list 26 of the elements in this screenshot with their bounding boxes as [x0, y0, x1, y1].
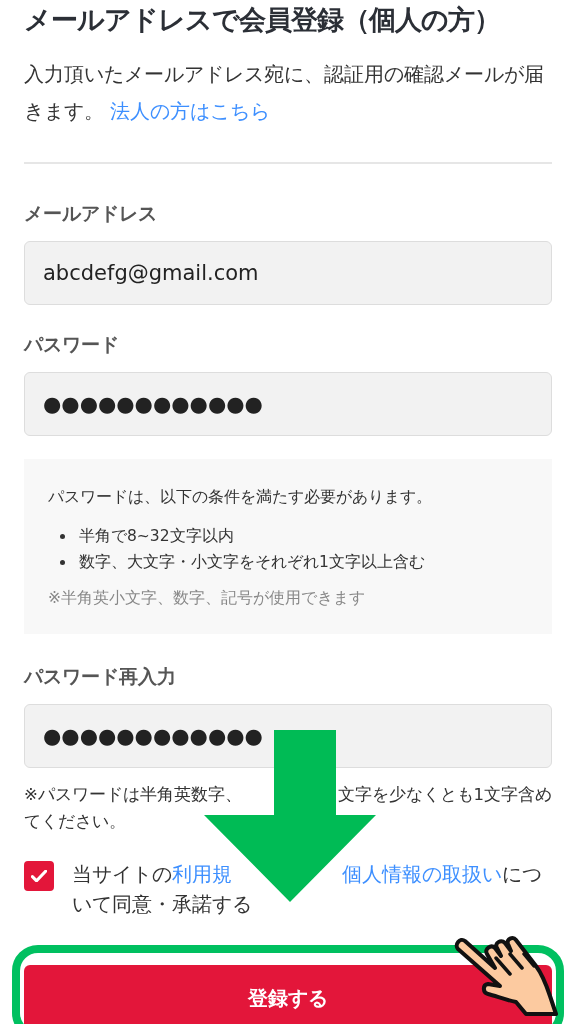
input-field[interactable]: ●●●●●●●●●●●● [24, 372, 552, 436]
field-label: メールアドレス [24, 201, 158, 225]
agreement-text: につ [502, 861, 542, 888]
register-button[interactable]: 登録する [24, 965, 552, 1024]
password-note: ※パスワードは半角英数字、 [24, 784, 242, 806]
bullet-icon [60, 559, 65, 565]
check-icon [31, 870, 47, 882]
password-note: てください。 [24, 811, 126, 833]
page-title: メールアドレスで会員登録（個人の方） [24, 3, 501, 37]
agreement-text: いて同意・承諾する [72, 891, 252, 918]
requirement-text: 半角で8~32文字以内 [79, 525, 234, 547]
agreement-text: 当サイトの [72, 861, 172, 888]
password-note: 文字を少なくとも1文字含め [337, 784, 552, 806]
field-label: パスワード再入力 [24, 664, 177, 688]
bullet-icon [60, 533, 65, 539]
agree-checkbox[interactable] [24, 861, 54, 891]
requirements-note: ※半角英小文字、数字、記号が使用できます [48, 588, 366, 609]
corporate-link[interactable]: 法人の方はこちら [110, 99, 271, 123]
requirements-text: パスワードは、以下の条件を満たす必要があります。 [48, 487, 433, 508]
field-label: パスワード [24, 332, 120, 356]
terms-link[interactable]: 利用規 [172, 859, 232, 889]
input-field[interactable]: abcdefg@gmail.com [24, 241, 552, 305]
intro-text: 入力頂いたメールアドレス宛に、認証用の確認メールが届きます。 法人の方はこちら [24, 61, 545, 125]
requirement-text: 数字、大文字・小文字をそれぞれ1文字以上含む [79, 551, 425, 573]
input-field[interactable]: ●●●●●●●●●●●● [24, 704, 552, 768]
terms-link[interactable]: 個人情報の取扱い [342, 859, 502, 889]
